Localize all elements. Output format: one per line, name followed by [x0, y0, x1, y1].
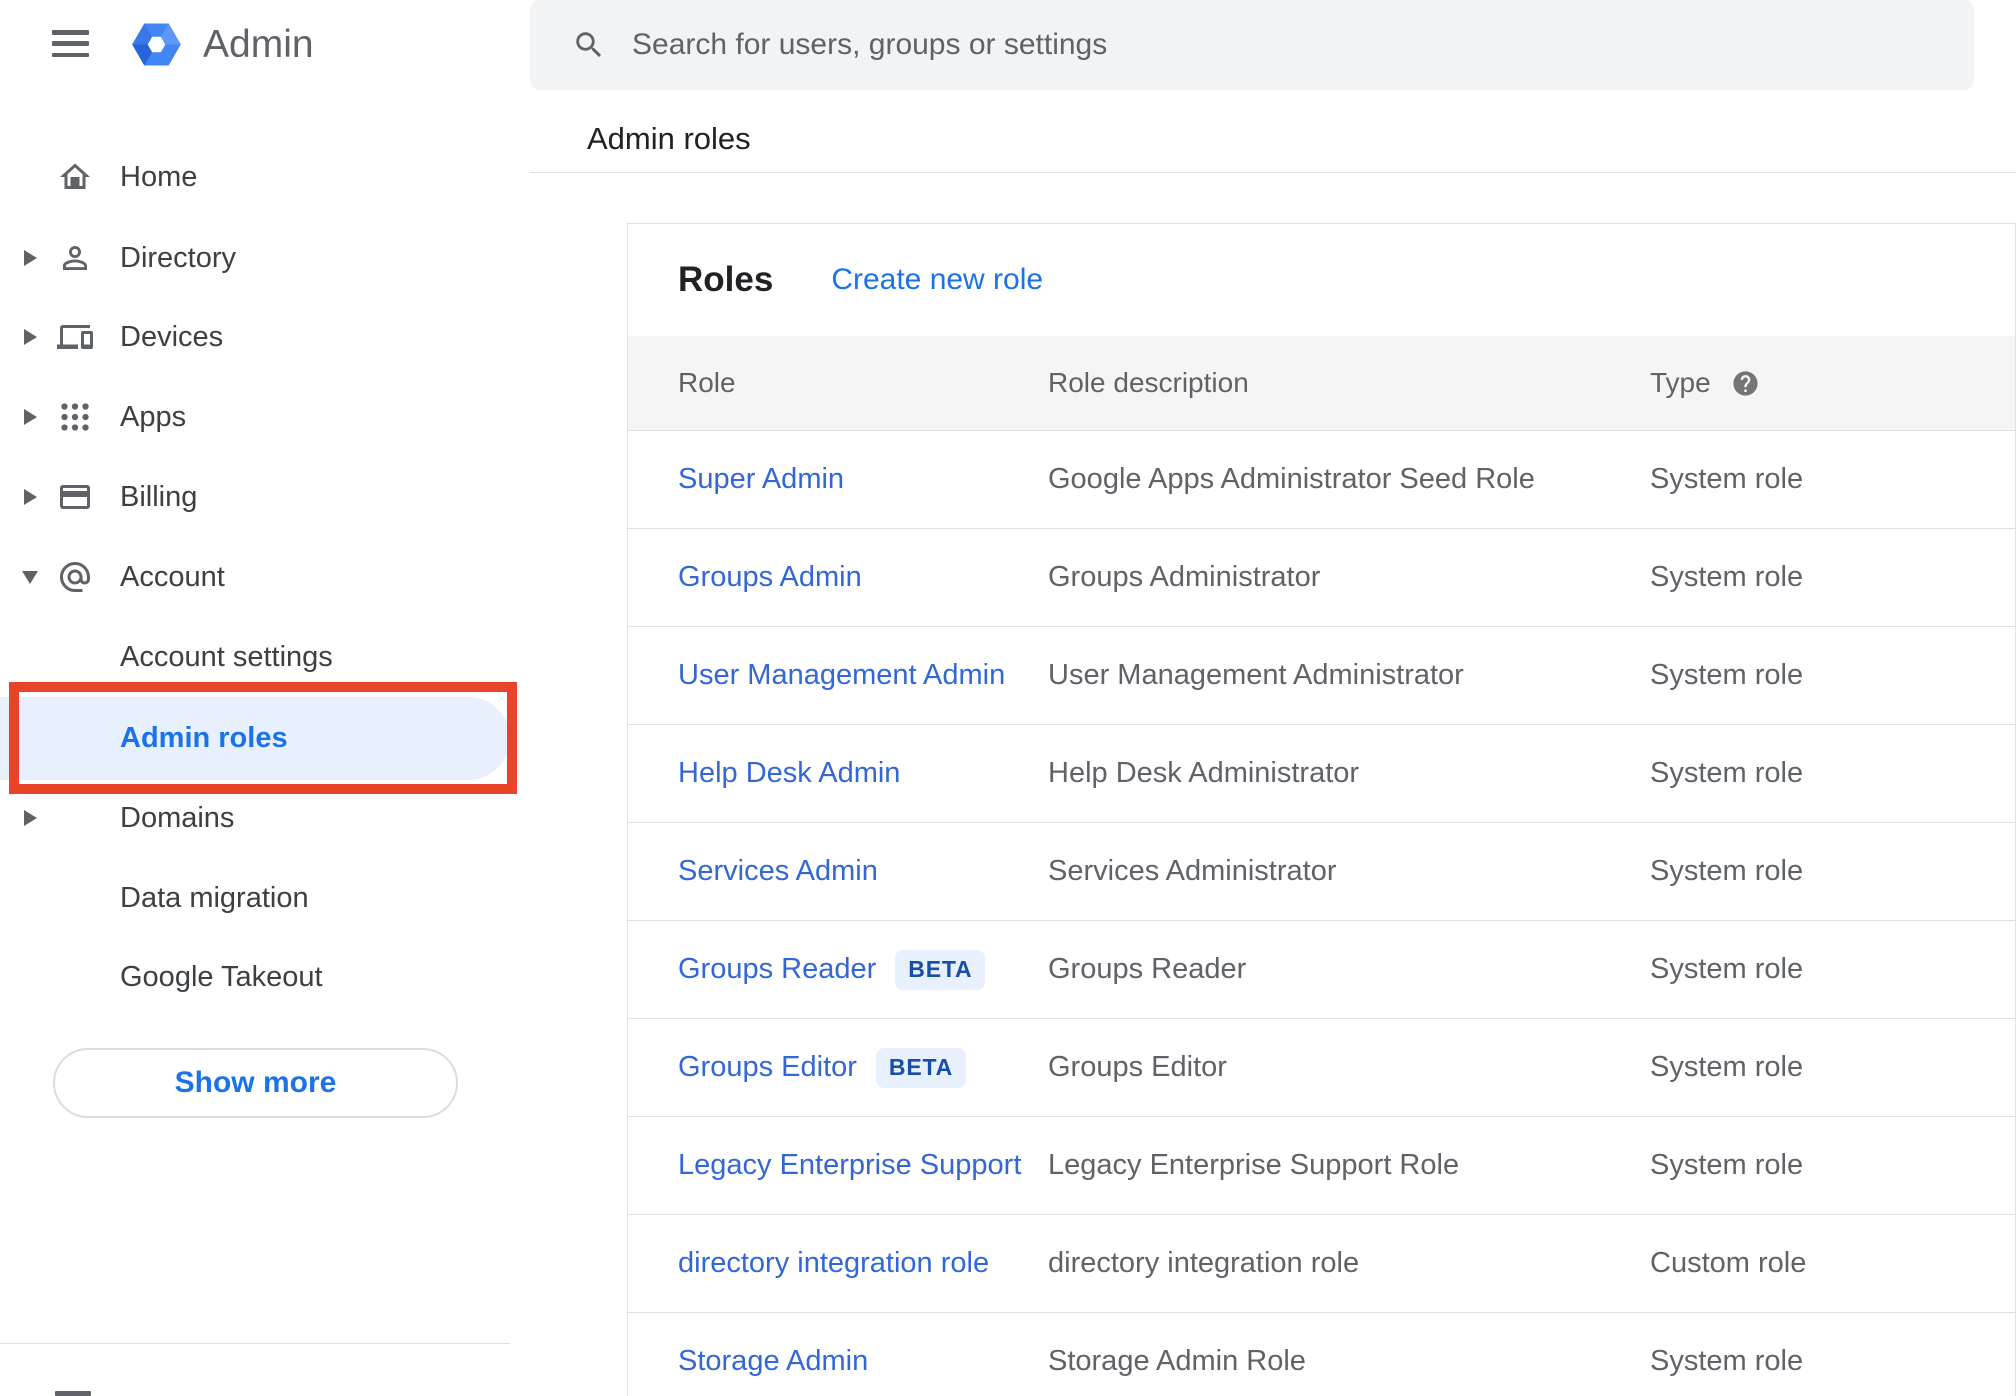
collapse-caret-icon[interactable]	[20, 570, 40, 584]
table-header-row: Role Role description Type	[628, 336, 2015, 431]
expand-caret-icon[interactable]	[20, 329, 40, 345]
home-icon	[57, 159, 93, 195]
search-input[interactable]	[632, 28, 1944, 62]
role-link[interactable]: User Management Admin	[678, 659, 1005, 692]
sidebar-item-apps[interactable]: Apps	[0, 377, 510, 457]
create-new-role-link[interactable]: Create new role	[831, 263, 1043, 297]
sidebar-item-directory[interactable]: Directory	[0, 218, 510, 298]
role-link[interactable]: directory integration role	[678, 1247, 989, 1280]
role-type: System role	[1650, 1149, 1804, 1181]
table-row: User Management Admin User Management Ad…	[628, 627, 2015, 725]
global-search-bar[interactable]	[530, 0, 1974, 90]
column-header-type: Type	[1650, 367, 1711, 398]
role-description: Help Desk Administrator	[1048, 757, 1360, 789]
role-description: Services Administrator	[1048, 855, 1337, 887]
role-description: Groups Administrator	[1048, 561, 1321, 593]
column-header-role: Role	[678, 367, 736, 398]
expand-caret-icon[interactable]	[20, 409, 40, 425]
role-link[interactable]: Groups Reader	[678, 953, 876, 986]
sidebar-item-admin-roles-selected[interactable]: Admin roles	[0, 697, 510, 780]
menu-hamburger-icon[interactable]	[52, 30, 89, 57]
sidebar-divider	[0, 1343, 510, 1344]
role-description: Groups Reader	[1048, 953, 1247, 985]
role-type: System role	[1650, 757, 1804, 789]
credit-card-icon	[57, 479, 93, 515]
admin-logo[interactable]: Admin	[130, 17, 314, 72]
sidebar-item-data-migration[interactable]: Data migration	[0, 858, 510, 938]
roles-card-header: Roles Create new role	[628, 224, 2015, 336]
sidebar-item-billing[interactable]: Billing	[0, 457, 510, 537]
table-row: Storage Admin Storage Admin Role System …	[628, 1313, 2015, 1396]
google-admin-console: Admin Admin roles Home Directory	[0, 0, 2016, 1396]
role-type: System role	[1650, 953, 1804, 985]
role-description: Legacy Enterprise Support Role	[1048, 1149, 1460, 1181]
role-link[interactable]: Groups Editor	[678, 1051, 857, 1084]
role-type: System role	[1650, 1345, 1804, 1377]
role-type: System role	[1650, 561, 1804, 593]
content-top-divider	[530, 172, 2016, 173]
role-type: System role	[1650, 463, 1804, 495]
sidebar-item-account[interactable]: Account	[0, 537, 510, 617]
beta-badge: BETA	[875, 1047, 967, 1088]
table-row: Legacy Enterprise Support Legacy Enterpr…	[628, 1117, 2015, 1215]
role-description: directory integration role	[1048, 1247, 1360, 1279]
sidebar-item-devices[interactable]: Devices	[0, 297, 510, 377]
roles-card: Roles Create new role Role Role descript…	[627, 223, 2016, 1396]
sidebar-item-account-settings[interactable]: Account settings	[0, 617, 510, 697]
role-type: System role	[1650, 1051, 1804, 1083]
role-description: Storage Admin Role	[1048, 1345, 1306, 1377]
expand-caret-icon[interactable]	[20, 489, 40, 505]
table-row: Services Admin Services Administrator Sy…	[628, 823, 2015, 921]
role-link[interactable]: Legacy Enterprise Support	[678, 1149, 1021, 1182]
expand-caret-icon[interactable]	[20, 250, 40, 266]
role-description: Groups Editor	[1048, 1051, 1227, 1083]
role-type: System role	[1650, 855, 1804, 887]
breadcrumb: Admin roles	[587, 121, 751, 156]
role-link[interactable]: Groups Admin	[678, 561, 862, 594]
role-type: Custom role	[1650, 1247, 1807, 1279]
admin-hexagon-logo-icon	[132, 23, 181, 66]
table-row: directory integration role directory int…	[628, 1215, 2015, 1313]
person-icon	[57, 240, 93, 276]
table-row: Groups Reader BETA Groups Reader System …	[628, 921, 2015, 1019]
sidebar-item-google-takeout[interactable]: Google Takeout	[0, 937, 510, 1017]
sidebar-item-domains[interactable]: Domains	[0, 778, 510, 858]
partial-cutoff-icon	[55, 1391, 91, 1396]
search-icon	[576, 32, 602, 58]
at-sign-icon	[57, 559, 93, 595]
role-description: Google Apps Administrator Seed Role	[1048, 463, 1535, 495]
table-body: Super Admin Google Apps Administrator Se…	[628, 431, 2015, 1396]
role-description: User Management Administrator	[1048, 659, 1464, 691]
role-type: System role	[1650, 659, 1804, 691]
role-link[interactable]: Help Desk Admin	[678, 757, 900, 790]
devices-icon	[57, 319, 93, 355]
table-row: Help Desk Admin Help Desk Administrator …	[628, 725, 2015, 823]
role-link[interactable]: Super Admin	[678, 463, 844, 496]
apps-grid-icon	[57, 399, 93, 435]
table-row: Groups Admin Groups Administrator System…	[628, 529, 2015, 627]
role-link[interactable]: Storage Admin	[678, 1345, 868, 1378]
help-icon[interactable]	[1731, 369, 1760, 398]
beta-badge: BETA	[895, 949, 986, 990]
table-row: Super Admin Google Apps Administrator Se…	[628, 431, 2015, 529]
sidebar-item-home[interactable]: Home	[0, 137, 510, 217]
show-more-button[interactable]: Show more	[53, 1048, 458, 1118]
role-link[interactable]: Services Admin	[678, 855, 878, 888]
roles-title: Roles	[678, 260, 774, 299]
table-row: Groups Editor BETA Groups Editor System …	[628, 1019, 2015, 1117]
expand-caret-icon[interactable]	[20, 810, 40, 826]
product-name: Admin	[203, 22, 314, 66]
column-header-description: Role description	[1048, 367, 1249, 398]
